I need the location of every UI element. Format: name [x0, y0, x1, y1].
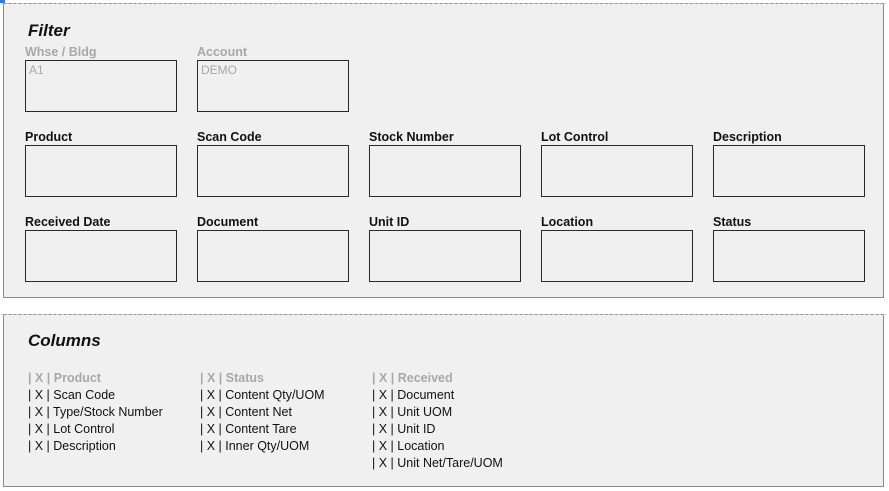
column-toggle-content-net[interactable]: | X | Content Net	[200, 404, 325, 421]
scan-code-field: Scan Code	[197, 130, 349, 197]
location-input[interactable]	[541, 230, 693, 282]
scan-code-input[interactable]	[197, 145, 349, 197]
unit-id-label: Unit ID	[369, 215, 410, 229]
column-group-status: | X | Status | X | Content Qty/UOM | X |…	[200, 370, 325, 455]
column-toggle-type-stock-number[interactable]: | X | Type/Stock Number	[28, 404, 163, 421]
status-field: Status	[713, 215, 865, 282]
status-label: Status	[713, 215, 752, 229]
unit-id-field: Unit ID	[369, 215, 521, 282]
stock-number-label: Stock Number	[369, 130, 454, 144]
column-group-header: | X | Received	[372, 371, 453, 385]
column-toggle-unit-id[interactable]: | X | Unit ID	[372, 421, 503, 438]
account-input[interactable]: DEMO	[197, 60, 349, 112]
location-field: Location	[541, 215, 693, 282]
column-toggle-location[interactable]: | X | Location	[372, 438, 503, 455]
divider	[1, 314, 886, 315]
stock-number-field: Stock Number	[369, 130, 521, 197]
account-label: Account	[197, 45, 247, 59]
product-field: Product	[25, 130, 177, 197]
column-group-received: | X | Received | X | Document | X | Unit…	[372, 370, 503, 472]
column-group-header: | X | Product	[28, 371, 101, 385]
filter-title: Filter	[28, 21, 70, 40]
column-toggle-scan-code[interactable]: | X | Scan Code	[28, 387, 163, 404]
column-toggle-document[interactable]: | X | Document	[372, 387, 503, 404]
columns-title: Columns	[28, 331, 101, 350]
product-input[interactable]	[25, 145, 177, 197]
description-field: Description	[713, 130, 865, 197]
account-field: Account DEMO	[197, 45, 349, 112]
received-date-field: Received Date	[25, 215, 177, 282]
unit-id-input[interactable]	[369, 230, 521, 282]
column-group-product: | X | Product | X | Scan Code | X | Type…	[28, 370, 163, 455]
column-toggle-lot-control[interactable]: | X | Lot Control	[28, 421, 163, 438]
status-input[interactable]	[713, 230, 865, 282]
divider	[1, 3, 886, 4]
description-input[interactable]	[713, 145, 865, 197]
description-label: Description	[713, 130, 782, 144]
lot-control-input[interactable]	[541, 145, 693, 197]
document-input[interactable]	[197, 230, 349, 282]
whse-bldg-input[interactable]: A1	[25, 60, 177, 112]
scan-code-label: Scan Code	[197, 130, 262, 144]
received-date-input[interactable]	[25, 230, 177, 282]
lot-control-field: Lot Control	[541, 130, 693, 197]
column-group-header: | X | Status	[200, 371, 264, 385]
column-toggle-inner-qty-uom[interactable]: | X | Inner Qty/UOM	[200, 438, 325, 455]
document-label: Document	[197, 215, 259, 229]
column-toggle-content-qty-uom[interactable]: | X | Content Qty/UOM	[200, 387, 325, 404]
document-field: Document	[197, 215, 349, 282]
column-toggle-unit-uom[interactable]: | X | Unit UOM	[372, 404, 503, 421]
column-toggle-content-tare[interactable]: | X | Content Tare	[200, 421, 325, 438]
stock-number-input[interactable]	[369, 145, 521, 197]
lot-control-label: Lot Control	[541, 130, 609, 144]
whse-bldg-field: Whse / Bldg A1	[25, 45, 177, 112]
column-toggle-unit-net-tare-uom[interactable]: | X | Unit Net/Tare/UOM	[372, 455, 503, 472]
location-label: Location	[541, 215, 594, 229]
column-toggle-description[interactable]: | X | Description	[28, 438, 163, 455]
filter-panel: Filter Whse / Bldg A1 Account DEMO Produ…	[1, 3, 886, 298]
whse-bldg-label: Whse / Bldg	[25, 45, 97, 59]
columns-panel: Columns | X | Product | X | Scan Code | …	[1, 314, 886, 487]
product-label: Product	[25, 130, 73, 144]
received-date-label: Received Date	[25, 215, 111, 229]
